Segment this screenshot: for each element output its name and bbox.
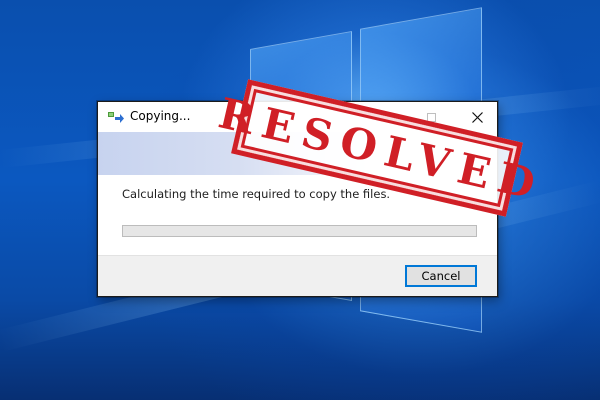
dialog-title: Copying... <box>130 109 191 123</box>
copy-files-icon <box>108 112 124 123</box>
dialog-footer: Cancel <box>98 255 497 296</box>
close-button[interactable] <box>462 102 492 132</box>
status-message: Calculating the time required to copy th… <box>122 187 391 201</box>
progress-bar <box>122 225 477 237</box>
close-icon <box>471 111 483 123</box>
cancel-button[interactable]: Cancel <box>405 265 477 287</box>
